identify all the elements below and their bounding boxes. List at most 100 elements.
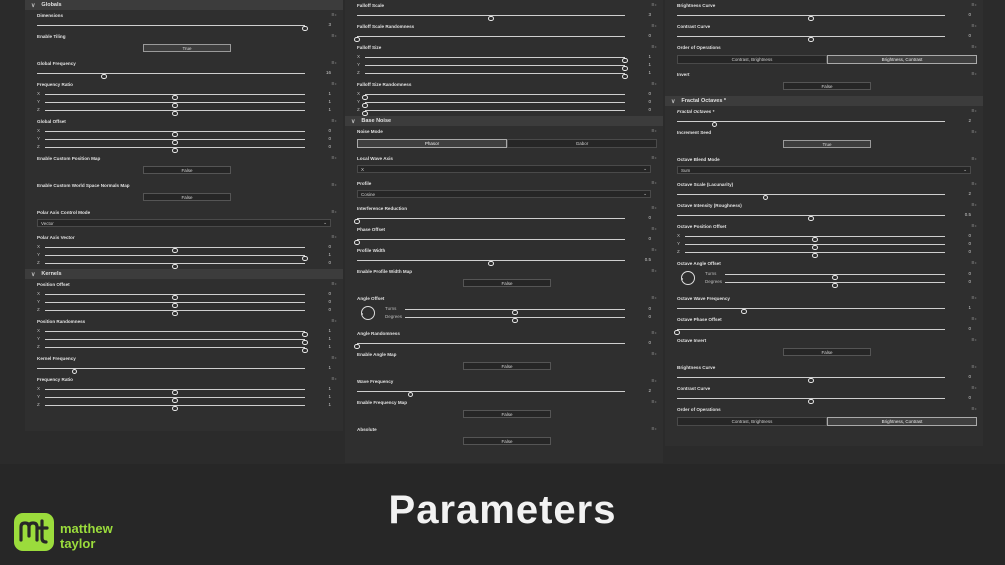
slider-track[interactable] <box>357 390 625 398</box>
toggle-button[interactable]: False <box>463 437 551 445</box>
slider-track[interactable] <box>357 259 625 267</box>
slider-track[interactable] <box>45 138 305 146</box>
slider-z[interactable]: Z1 <box>357 69 657 80</box>
slider-track[interactable] <box>677 120 945 128</box>
slider-track[interactable] <box>405 308 625 316</box>
list-options-icon[interactable]: ≡₊ <box>971 261 977 266</box>
slider-y[interactable]: Y1 <box>37 335 337 346</box>
slider-track[interactable] <box>357 14 625 22</box>
list-options-icon[interactable]: ≡₊ <box>331 282 337 287</box>
slider-x[interactable]: X0 <box>37 290 337 301</box>
slider-z[interactable]: Z0 <box>37 143 337 154</box>
slider-x[interactable]: X0 <box>37 127 337 138</box>
slider-y[interactable]: Y0 <box>37 135 337 146</box>
slider-z[interactable]: Z0 <box>677 248 977 259</box>
slider-track[interactable] <box>45 254 308 262</box>
slider-value[interactable]: 3 <box>357 11 657 22</box>
angle-slider-turns[interactable]: Turns 0 <box>385 305 657 316</box>
slider-track[interactable] <box>365 64 628 72</box>
chevron-down-icon[interactable]: ∨ <box>351 118 355 125</box>
list-options-icon[interactable]: ≡₊ <box>971 45 977 50</box>
slider-track[interactable] <box>677 35 945 43</box>
slider-track[interactable] <box>677 214 945 222</box>
slider-y[interactable]: Y0 <box>37 298 337 309</box>
slider-value[interactable]: 0 <box>677 11 977 22</box>
slider-value[interactable]: 0 <box>677 373 977 384</box>
slider-track[interactable] <box>45 396 305 404</box>
list-options-icon[interactable]: ≡₊ <box>651 269 657 274</box>
slider-track[interactable] <box>677 397 945 405</box>
slider-value[interactable]: 0 <box>354 235 657 246</box>
segment-option[interactable]: Contrast, Brightness <box>677 417 827 426</box>
list-options-icon[interactable]: ≡₊ <box>651 24 657 29</box>
toggle-button[interactable]: False <box>463 362 551 370</box>
slider-track[interactable] <box>45 130 305 138</box>
angle-slider-degrees[interactable]: Degrees 0 <box>705 278 977 289</box>
dropdown-select[interactable]: Vector ⌄ <box>37 219 331 227</box>
slider-track[interactable] <box>37 72 305 80</box>
toggle-button[interactable]: False <box>783 82 871 90</box>
toggle-button[interactable]: True <box>143 44 231 52</box>
section-header-fractal-octaves[interactable]: ∨ Fractal Octaves * <box>665 96 983 106</box>
list-options-icon[interactable]: ≡₊ <box>651 3 657 8</box>
slider-track[interactable] <box>362 101 625 109</box>
slider-y[interactable]: Y1 <box>357 61 657 72</box>
section-header-base-noise[interactable]: ∨ Base Noise <box>345 116 663 126</box>
slider-z[interactable]: Z1 <box>37 401 337 412</box>
section-header-globals[interactable]: ∨ Globals <box>25 0 343 10</box>
slider-x[interactable]: X1 <box>37 385 337 396</box>
chevron-down-icon[interactable]: ∨ <box>31 271 35 278</box>
slider-track[interactable] <box>685 251 945 259</box>
list-options-icon[interactable]: ≡₊ <box>331 319 337 324</box>
slider-x[interactable]: X1 <box>357 53 657 64</box>
list-options-icon[interactable]: ≡₊ <box>971 157 977 162</box>
list-options-icon[interactable]: ≡₊ <box>971 72 977 77</box>
segment-option[interactable]: Gabor <box>507 139 657 148</box>
list-options-icon[interactable]: ≡₊ <box>971 386 977 391</box>
list-options-icon[interactable]: ≡₊ <box>651 331 657 336</box>
slider-track[interactable] <box>362 93 625 101</box>
slider-track[interactable] <box>725 281 945 289</box>
slider-track[interactable] <box>45 109 305 117</box>
slider-track[interactable] <box>685 235 945 243</box>
dropdown-select[interactable]: Cosine ⌄ <box>357 190 651 198</box>
slider-value[interactable]: 2 <box>677 190 977 201</box>
slider-value[interactable]: 0 <box>677 32 977 43</box>
slider-value[interactable]: 0.5 <box>677 211 977 222</box>
slider-track[interactable] <box>45 262 305 270</box>
slider-track[interactable] <box>45 404 305 412</box>
slider-z[interactable]: Z0 <box>37 306 337 317</box>
list-options-icon[interactable]: ≡₊ <box>651 296 657 301</box>
slider-track[interactable] <box>45 146 305 154</box>
slider-value[interactable]: 0 <box>674 325 977 336</box>
slider-value[interactable]: 3 <box>37 21 337 32</box>
list-options-icon[interactable]: ≡₊ <box>971 182 977 187</box>
list-options-icon[interactable]: ≡₊ <box>971 407 977 412</box>
slider-track[interactable] <box>677 376 945 384</box>
slider-track[interactable] <box>45 301 305 309</box>
slider-track[interactable] <box>45 246 305 254</box>
dropdown-select[interactable]: Sum ⌄ <box>677 166 971 174</box>
slider-z[interactable]: Z0 <box>37 259 337 270</box>
toggle-button[interactable]: True <box>783 140 871 148</box>
slider-x[interactable]: X1 <box>37 327 337 338</box>
list-options-icon[interactable]: ≡₊ <box>651 227 657 232</box>
list-options-icon[interactable]: ≡₊ <box>651 427 657 432</box>
list-options-icon[interactable]: ≡₊ <box>331 82 337 87</box>
slider-x[interactable]: X0 <box>677 232 977 243</box>
list-options-icon[interactable]: ≡₊ <box>971 130 977 135</box>
slider-y[interactable]: Y0 <box>357 98 657 109</box>
list-options-icon[interactable]: ≡₊ <box>651 248 657 253</box>
slider-x[interactable]: X0 <box>37 243 337 254</box>
list-options-icon[interactable]: ≡₊ <box>971 317 977 322</box>
angle-slider-degrees[interactable]: Degrees 0 <box>385 313 657 324</box>
angle-dial[interactable] <box>680 271 695 285</box>
slider-track[interactable] <box>405 316 625 324</box>
list-options-icon[interactable]: ≡₊ <box>971 24 977 29</box>
slider-track[interactable] <box>674 328 945 336</box>
slider-z[interactable]: Z1 <box>37 343 337 354</box>
slider-y[interactable]: Y1 <box>37 98 337 109</box>
list-options-icon[interactable]: ≡₊ <box>971 203 977 208</box>
slider-track[interactable] <box>354 238 625 246</box>
slider-track[interactable] <box>685 243 945 251</box>
